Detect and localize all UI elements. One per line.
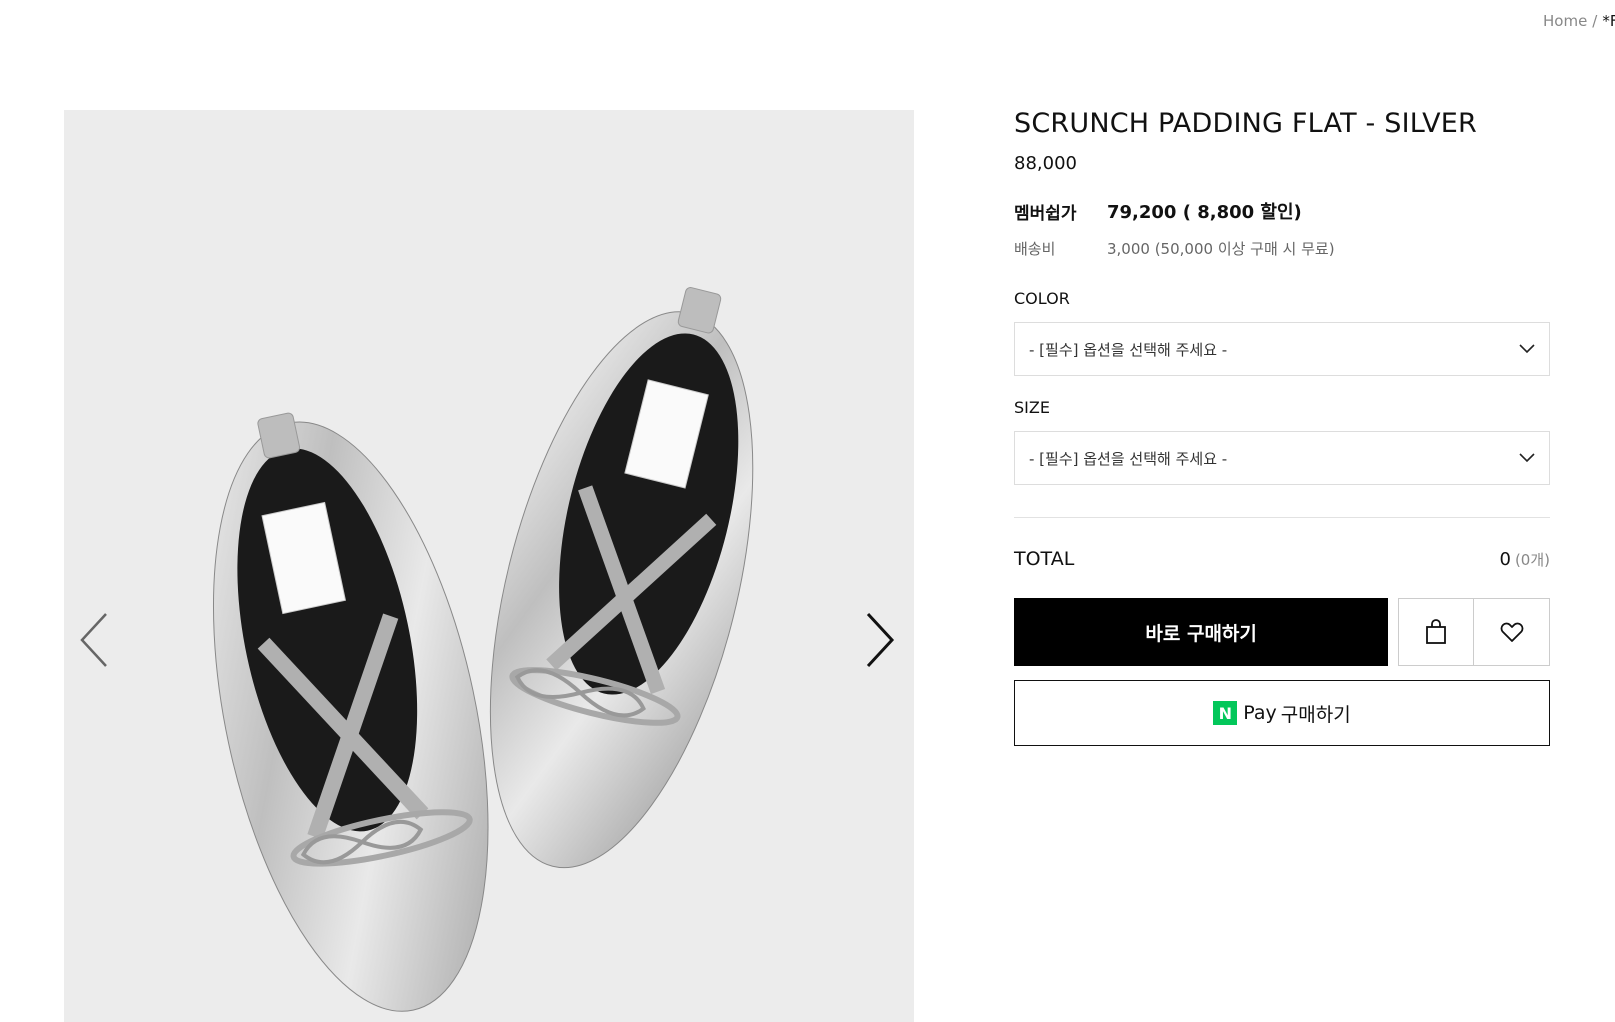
member-price-value: 79,200 ( 8,800 할인) <box>1107 202 1302 223</box>
shipping-value: 3,000 (50,000 이상 구매 시 무료) <box>1107 240 1335 258</box>
left-shoe <box>212 412 489 1012</box>
gallery-prev-button[interactable] <box>70 600 120 680</box>
total-label: TOTAL <box>1014 548 1075 570</box>
chevron-left-icon <box>80 613 107 667</box>
divider <box>1014 517 1550 518</box>
heart-icon <box>1500 622 1523 642</box>
size-option-label: SIZE <box>1014 398 1050 417</box>
product-price: 88,000 <box>1014 153 1077 174</box>
chevron-down-icon <box>1519 344 1535 354</box>
product-title: SCRUNCH PADDING FLAT - SILVER <box>1014 108 1477 139</box>
breadcrumb-separator: / <box>1592 12 1598 30</box>
purchase-actions: 바로 구매하기 <box>1014 598 1550 666</box>
shipping-label: 배송비 <box>1014 240 1056 258</box>
product-info: SCRUNCH PADDING FLAT - SILVER 88,000 멤버쉽… <box>1014 100 1552 746</box>
naver-pay-label: 구매하기 <box>1280 703 1351 726</box>
product-image-gallery <box>64 110 914 1022</box>
total-count: (0개) <box>1514 550 1550 569</box>
chevron-down-icon <box>1519 453 1535 463</box>
shopping-bag-icon <box>1426 619 1447 644</box>
add-to-cart-button[interactable] <box>1398 598 1475 666</box>
breadcrumb: Home / *F <box>1543 12 1615 30</box>
total-row: TOTAL 0 (0개) <box>1014 548 1550 570</box>
size-select-value: - [필수] 옵션을 선택해 주세요 - <box>1029 449 1228 468</box>
breadcrumb-current[interactable]: *F <box>1602 12 1615 30</box>
member-price-label: 멤버쉽가 <box>1014 203 1077 224</box>
total-amount: 0 <box>1499 548 1511 570</box>
shipping-row: 배송비 3,000 (50,000 이상 구매 시 무료) <box>1014 238 1552 259</box>
naver-pay-logo: N <box>1213 701 1238 725</box>
breadcrumb-home[interactable]: Home <box>1543 12 1587 30</box>
chevron-right-icon <box>866 612 895 668</box>
right-shoe <box>489 287 754 869</box>
buy-now-button[interactable]: 바로 구매하기 <box>1014 598 1389 666</box>
naver-pay-pay-text: Pay <box>1243 702 1277 724</box>
size-select[interactable]: - [필수] 옵션을 선택해 주세요 - <box>1014 431 1550 485</box>
product-photo <box>212 287 754 1012</box>
total-value: 0 (0개) <box>1499 549 1550 570</box>
product-page: Home / *F SCRUNCH PADDING FLAT - SILVER … <box>0 0 1615 1022</box>
color-select-value: - [필수] 옵션을 선택해 주세요 - <box>1029 340 1228 359</box>
color-option-label: COLOR <box>1014 289 1070 308</box>
member-price-row: 멤버쉽가 79,200 ( 8,800 할인) <box>1014 198 1552 224</box>
color-select[interactable]: - [필수] 옵션을 선택해 주세요 - <box>1014 322 1550 376</box>
wishlist-button[interactable] <box>1474 598 1550 666</box>
naver-pay-button[interactable]: N Pay 구매하기 <box>1014 680 1550 746</box>
gallery-next-button[interactable] <box>854 600 904 680</box>
